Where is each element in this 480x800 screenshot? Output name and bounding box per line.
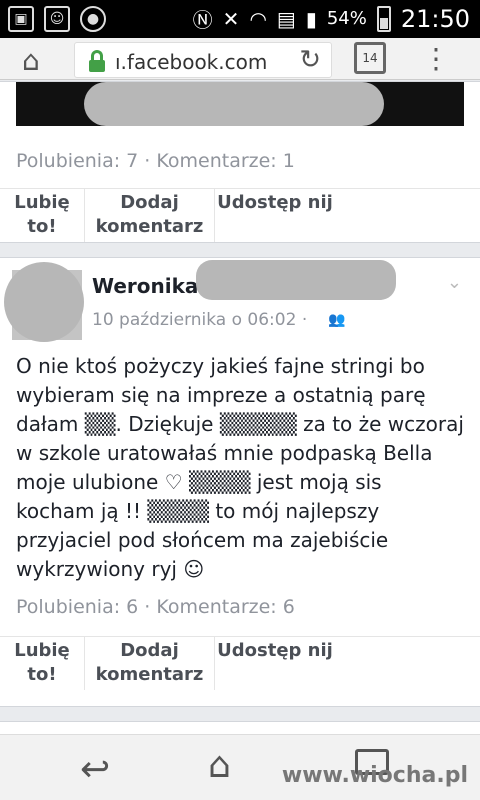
home-nav-icon[interactable]: ⌂ bbox=[208, 745, 231, 786]
like-button[interactable]: Lubię to! bbox=[0, 637, 85, 690]
audience-icon: 👥 bbox=[328, 312, 346, 328]
nfc-icon: Ⓝ bbox=[192, 8, 213, 32]
post-stats[interactable]: Polubienia: 6 · Komentarze: 6 bbox=[16, 596, 295, 618]
clock: 21:50 bbox=[400, 4, 470, 33]
home-icon[interactable]: ⌂ bbox=[22, 44, 40, 77]
post-date[interactable]: 10 października o 06:02 · bbox=[92, 310, 307, 330]
comment-button[interactable]: Dodaj komentarz bbox=[85, 637, 215, 690]
post-body: O nie ktoś pożyczy jakieś fajne stringi … bbox=[16, 354, 464, 581]
censor-blur bbox=[4, 262, 84, 342]
tab-count: 14 bbox=[362, 51, 378, 65]
post-card: Weronika 10 października o 06:02 · 👥 ⌄ O… bbox=[0, 257, 480, 707]
news-feed: Polubienia: 7 · Komentarze: 1 Lubię to! … bbox=[0, 81, 480, 734]
browser-toolbar: ⌂ ı.facebook.com ↻ 14 ⋮ bbox=[0, 38, 480, 80]
lock-icon bbox=[89, 50, 105, 72]
like-button[interactable]: Lubię to! bbox=[0, 189, 85, 242]
watermark: www.wiocha.pl bbox=[281, 763, 468, 788]
battery-percent: 54% bbox=[326, 8, 367, 29]
battery-icon bbox=[376, 5, 391, 32]
comment-button[interactable]: Dodaj komentarz bbox=[85, 189, 215, 242]
chevron-down-icon[interactable]: ⌄ bbox=[447, 272, 462, 293]
record-icon: ● bbox=[80, 6, 106, 32]
signal-icon: ▮ bbox=[305, 6, 317, 31]
share-button[interactable]: Udostęp nij bbox=[215, 637, 335, 690]
reload-icon[interactable]: ↻ bbox=[299, 45, 321, 75]
app-icon: ☺ bbox=[44, 6, 70, 32]
tabs-button[interactable]: 14 bbox=[354, 42, 386, 74]
menu-icon[interactable]: ⋮ bbox=[422, 40, 450, 78]
notification-icon: ▤ bbox=[276, 6, 296, 31]
censor-blur bbox=[196, 260, 396, 300]
url-text: ı.facebook.com bbox=[115, 50, 268, 74]
back-icon[interactable]: ↩ bbox=[80, 749, 110, 790]
android-nav-bar: ↩ ⌂ www.wiocha.pl bbox=[0, 734, 480, 800]
status-bar: ▣ ☺ ● Ⓝ ✕ ◠ ▤ ▮ 54% 21:50 bbox=[0, 0, 480, 38]
post-stats[interactable]: Polubienia: 7 · Komentarze: 1 bbox=[16, 150, 295, 172]
share-button[interactable]: Udostęp nij bbox=[215, 189, 335, 242]
mute-icon: ✕ bbox=[222, 6, 240, 31]
post-actions: Lubię to! Dodaj komentarz Udostęp nij bbox=[0, 636, 480, 690]
post-card bbox=[0, 721, 480, 734]
status-left-icons: ▣ ☺ ● bbox=[8, 6, 106, 32]
wifi-icon: ◠ bbox=[249, 6, 267, 31]
image-icon: ▣ bbox=[8, 6, 34, 32]
post-actions: Lubię to! Dodaj komentarz Udostęp nij bbox=[0, 188, 480, 242]
url-bar[interactable]: ı.facebook.com ↻ bbox=[74, 42, 332, 78]
status-right-icons: Ⓝ ✕ ◠ ▤ ▮ 54% 21:50 bbox=[193, 4, 470, 33]
post-author[interactable]: Weronika bbox=[92, 274, 198, 298]
post-card: Polubienia: 7 · Komentarze: 1 Lubię to! … bbox=[0, 81, 480, 243]
censor-blur bbox=[84, 82, 384, 126]
